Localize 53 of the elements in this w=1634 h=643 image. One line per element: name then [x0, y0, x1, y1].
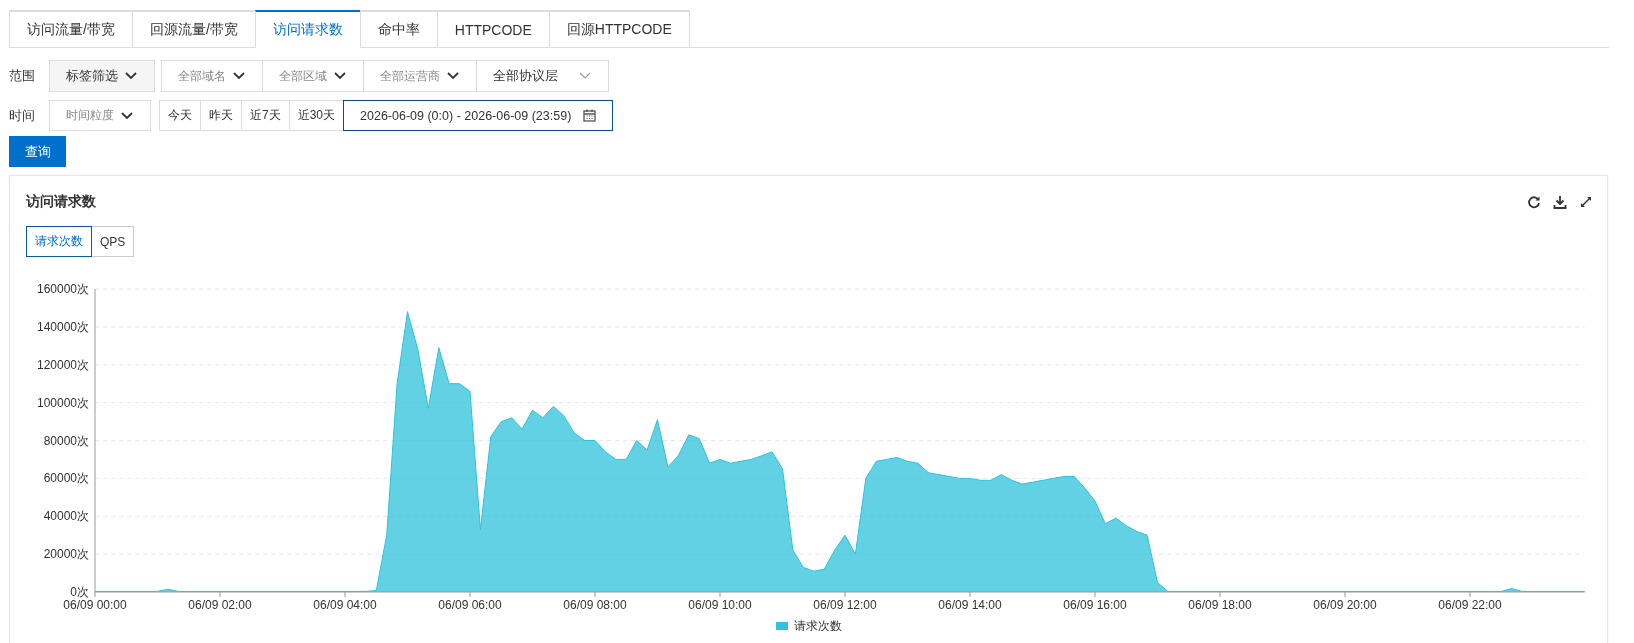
tab[interactable]: 访问流量/带宽 — [9, 10, 133, 47]
y-axis-label: 120000次 — [36, 357, 89, 372]
filter-dropdown[interactable]: 标签筛选 — [49, 60, 155, 92]
x-axis-label: 06/09 06:00 — [438, 598, 502, 612]
quick-range-button[interactable]: 近7天 — [241, 100, 290, 131]
y-axis-label: 40000次 — [43, 509, 89, 524]
legend-label: 请求次数 — [794, 619, 842, 631]
y-axis-label: 160000次 — [36, 282, 89, 296]
y-axis-label: 60000次 — [43, 471, 89, 486]
chevron-down-icon — [120, 110, 134, 121]
quick-range-button[interactable]: 近30天 — [288, 100, 345, 131]
calendar-icon — [583, 109, 597, 122]
chevron-down-icon — [124, 71, 138, 81]
chevron-down-icon — [446, 71, 460, 81]
x-axis-label: 06/09 18:00 — [1188, 598, 1252, 612]
download-icon[interactable] — [1553, 195, 1567, 209]
query-button[interactable]: 查询 — [9, 136, 66, 167]
expand-icon[interactable] — [1579, 195, 1593, 209]
refresh-icon[interactable] — [1527, 195, 1541, 209]
x-axis-label: 06/09 00:00 — [63, 598, 127, 612]
x-axis-label: 06/09 10:00 — [688, 598, 752, 612]
tab[interactable]: 访问请求数 — [254, 10, 361, 48]
date-range-picker[interactable]: 2026-06-09 (0:0) - 2026-06-09 (23:59) — [343, 100, 614, 131]
x-axis-label: 06/09 22:00 — [1438, 598, 1502, 612]
x-axis-label: 06/09 14:00 — [938, 598, 1002, 612]
granularity-dropdown[interactable]: 时间粒度 — [49, 100, 151, 131]
scope-label: 范围 — [9, 67, 36, 85]
y-axis-label: 80000次 — [43, 433, 89, 448]
chevron-down-icon — [333, 71, 347, 81]
metric-toggle[interactable]: 请求次数 — [26, 226, 92, 257]
y-axis-label: 140000次 — [36, 319, 89, 334]
time-label: 时间 — [9, 106, 36, 125]
x-axis-label: 06/09 04:00 — [313, 598, 377, 612]
legend-swatch — [776, 622, 788, 630]
chevron-down-icon — [232, 71, 246, 81]
panel-title: 访问请求数 — [26, 193, 96, 211]
chevron-down-icon — [578, 71, 592, 81]
y-axis-label: 0次 — [70, 585, 89, 599]
y-axis-label: 100000次 — [36, 395, 89, 410]
filter-dropdown[interactable]: 全部域名 — [161, 60, 263, 92]
x-axis-label: 06/09 08:00 — [563, 598, 627, 612]
quick-range-button[interactable]: 今天 — [159, 100, 201, 131]
x-axis-label: 06/09 20:00 — [1313, 598, 1377, 612]
filter-dropdown[interactable]: 全部运营商 — [363, 60, 477, 92]
x-axis-label: 06/09 16:00 — [1063, 598, 1127, 612]
filter-dropdown[interactable]: 全部区域 — [262, 60, 364, 92]
tab[interactable]: 回源HTTPCODE — [548, 10, 690, 47]
y-axis-label: 20000次 — [43, 547, 89, 562]
x-axis-label: 06/09 12:00 — [813, 598, 877, 612]
metric-toggle[interactable]: QPS — [91, 226, 135, 257]
x-axis-label: 06/09 02:00 — [188, 598, 252, 612]
filter-dropdown[interactable]: 全部协议层 — [476, 60, 609, 92]
quick-range-button[interactable]: 昨天 — [200, 100, 242, 131]
